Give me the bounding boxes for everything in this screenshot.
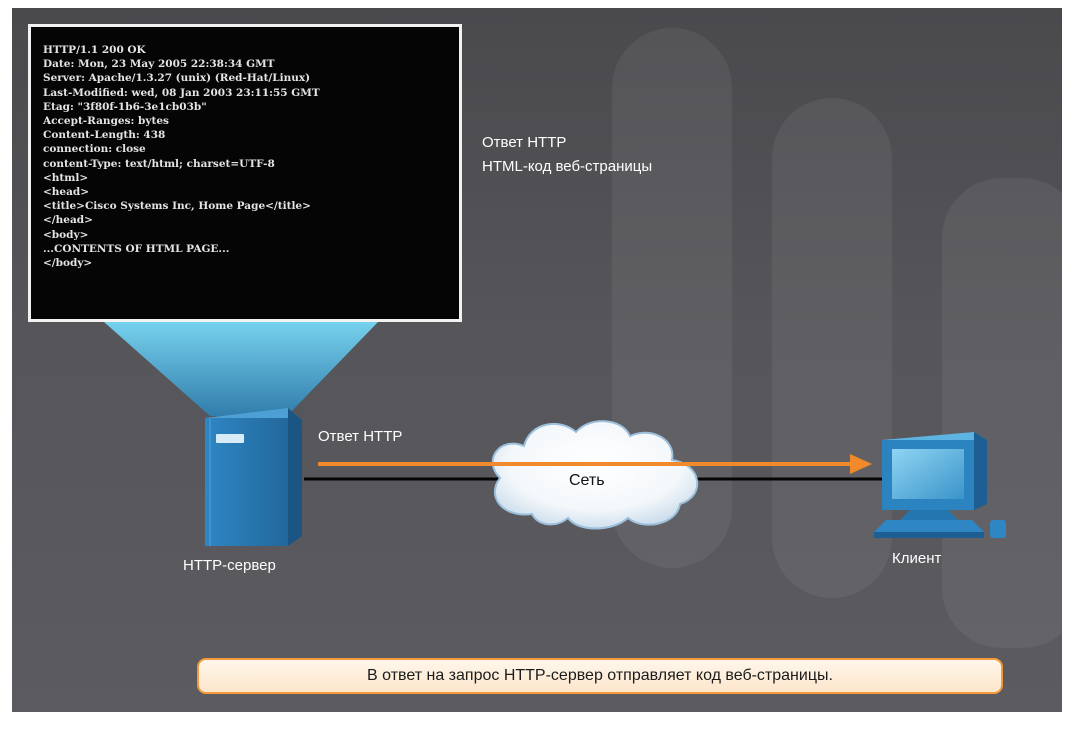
caption-box: В ответ на запрос HTTP-сервер отправляет… bbox=[197, 658, 1003, 694]
client-computer-icon bbox=[874, 432, 1006, 538]
arrow-label: Ответ HTTP bbox=[318, 428, 403, 445]
caption-text: В ответ на запрос HTTP-сервер отправляет… bbox=[367, 667, 833, 684]
network-diagram bbox=[205, 408, 1006, 546]
http-server-icon bbox=[205, 408, 302, 546]
client-label: Клиент bbox=[892, 550, 942, 567]
diagram-canvas: HTTP/1.1 200 OK Date: Mon, 23 May 2005 22… bbox=[12, 8, 1062, 712]
server-label: HTTP-сервер bbox=[183, 557, 276, 574]
cloud-label: Сеть bbox=[569, 472, 605, 489]
